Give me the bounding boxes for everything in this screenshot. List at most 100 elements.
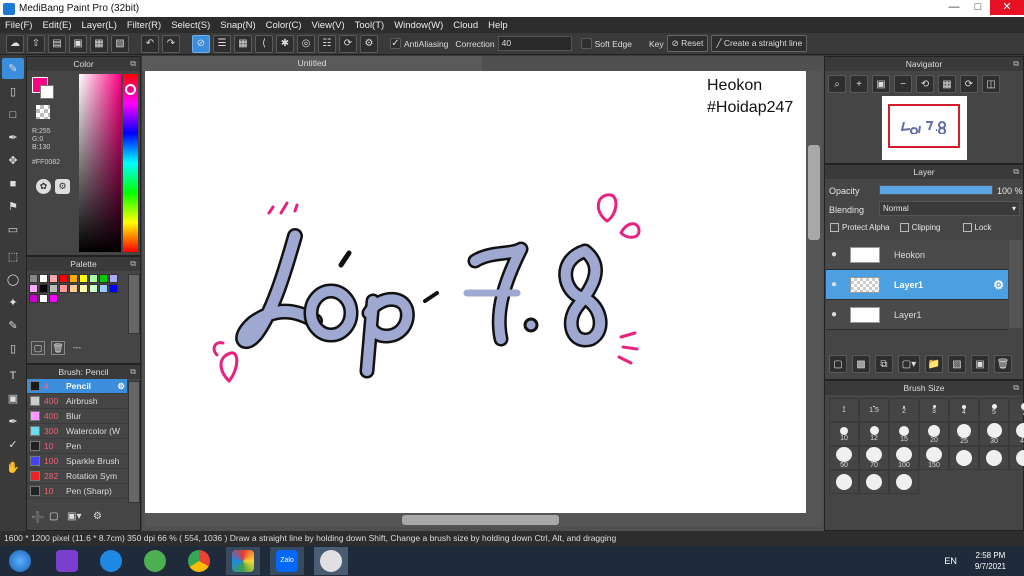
brush-size-option[interactable] [889, 470, 919, 494]
brush-size-option[interactable]: 2 [889, 398, 919, 422]
delete-palette-icon[interactable]: 🗑 [51, 341, 65, 355]
brush-size-option[interactable]: 70 [859, 446, 889, 470]
palette-swatch[interactable] [59, 274, 68, 283]
clock[interactable]: 2:58 PM 9/7/2021 [975, 550, 1006, 572]
brush-size-option[interactable] [979, 446, 1009, 470]
snap-settings-icon[interactable]: ⚙ [360, 34, 378, 53]
duplicate-layer-icon[interactable]: ⧉ [875, 355, 893, 373]
move-tool-icon[interactable]: ✥ [2, 150, 24, 171]
drawing-canvas[interactable]: Heokon #Hoidap247 [145, 71, 806, 513]
brush-size-option[interactable]: 10 [829, 422, 859, 446]
brush-options-icon[interactable]: ▣▾ [67, 511, 89, 525]
taskbar-coccoc[interactable] [138, 547, 172, 575]
new-brush-icon[interactable]: ▢ [49, 511, 63, 525]
color-wheel-icon[interactable]: ✿ [36, 179, 51, 194]
create-straight-line-button[interactable]: ╱ Create a straight line [711, 35, 808, 52]
taskbar-chrome[interactable] [182, 547, 216, 575]
transparent-color-swatch[interactable] [36, 105, 50, 119]
palette-swatch[interactable] [89, 274, 98, 283]
palette-swatch[interactable] [29, 274, 38, 283]
palette-swatch[interactable] [109, 284, 118, 293]
brush-size-option[interactable]: 40 [1009, 422, 1024, 446]
menu-tool[interactable]: Tool(T) [350, 20, 390, 31]
palette-swatch[interactable] [29, 294, 38, 303]
brush-size-option[interactable]: 15 [889, 422, 919, 446]
navigator-preview[interactable] [882, 96, 967, 160]
correction-select[interactable]: 40 [497, 36, 572, 51]
document-tab[interactable]: Untitled [142, 56, 482, 71]
menu-select[interactable]: Select(S) [166, 20, 215, 31]
magic-wand-icon[interactable]: ✦ [2, 292, 24, 313]
menu-layer[interactable]: Layer(L) [77, 20, 122, 31]
gear-icon[interactable]: ⚙ [993, 278, 1004, 292]
menu-snap[interactable]: Snap(N) [215, 20, 260, 31]
palette-swatch[interactable] [89, 284, 98, 293]
zoom-icon[interactable]: ⌕ [828, 75, 846, 93]
saturation-value-picker[interactable] [79, 74, 121, 252]
brush-item[interactable]: 100 Sparkle Brush [27, 454, 127, 469]
fit-window-icon[interactable]: ▦ [938, 75, 956, 93]
add-brush-icon[interactable]: ➕ [31, 511, 45, 525]
panel-popout-icon[interactable]: ⧉ [1013, 57, 1019, 71]
brush-item[interactable]: 10 Pen [27, 439, 127, 454]
brush-size-option[interactable] [949, 446, 979, 470]
palette-swatch[interactable] [99, 274, 108, 283]
palette-swatch[interactable] [69, 284, 78, 293]
canvas-horizontal-scroll-thumb[interactable] [402, 515, 559, 525]
protect-alpha-checkbox[interactable] [830, 223, 839, 232]
reset-button[interactable]: ⊘ Reset [666, 35, 709, 52]
palette-swatch[interactable] [99, 284, 108, 293]
menu-window[interactable]: Window(W) [389, 20, 448, 31]
brush-size-option[interactable]: 1 [829, 398, 859, 422]
brush-item[interactable]: 300 Watercolor (W [27, 424, 127, 439]
flip-icon[interactable]: ◫ [982, 75, 1000, 93]
palette-swatch[interactable] [49, 284, 58, 293]
brush-size-option[interactable]: 150 [919, 446, 949, 470]
brush-list-scrollbar[interactable] [128, 381, 140, 503]
curve-snap-icon[interactable]: ☷ [318, 34, 336, 53]
taskbar-medibang[interactable] [314, 547, 348, 575]
brush-item[interactable]: 282 Rotation Sym [27, 469, 127, 484]
brush-size-option[interactable]: 25 [949, 422, 979, 446]
menu-view[interactable]: View(V) [307, 20, 350, 31]
palette-swatch[interactable] [49, 274, 58, 283]
layer-row[interactable]: ● Layer1 ⚙ [826, 270, 1008, 300]
panel-popout-icon[interactable]: ⧉ [130, 257, 136, 271]
brush-size-option[interactable] [1009, 446, 1024, 470]
document-icon[interactable]: ▦ [90, 34, 108, 53]
select-eraser-icon[interactable]: ▯ [2, 338, 24, 359]
hue-handle[interactable] [125, 84, 136, 95]
lasso-tool-icon[interactable]: ◯ [2, 269, 24, 290]
canvas-vertical-scrollbar[interactable] [806, 71, 822, 513]
palette-swatch[interactable] [39, 294, 48, 303]
brush-size-option[interactable]: 100 [889, 446, 919, 470]
brush-size-option[interactable]: 20 [919, 422, 949, 446]
palette-swatch[interactable] [109, 274, 118, 283]
menu-cloud[interactable]: Cloud [448, 20, 483, 31]
brush-size-option[interactable]: 3 [919, 398, 949, 422]
copy-layer-icon[interactable]: ▣ [971, 355, 989, 373]
rotate-right-icon[interactable]: ⟳ [960, 75, 978, 93]
brush-size-option[interactable]: 30 [979, 422, 1009, 446]
perspective-snap-icon[interactable]: ⟨ [255, 34, 273, 53]
language-indicator[interactable]: EN [944, 556, 957, 566]
layer-visibility-icon[interactable]: ● [826, 249, 842, 260]
radial-snap-icon[interactable]: ✱ [276, 34, 294, 53]
merge-layer-icon[interactable]: ▧ [948, 355, 966, 373]
brush-settings-icon[interactable]: ⚙ [93, 511, 107, 525]
palette-scrollbar[interactable] [128, 274, 140, 334]
brush-size-option[interactable]: 5 [979, 398, 1009, 422]
layer-visibility-icon[interactable]: ● [826, 279, 842, 290]
dot-tool-icon[interactable]: □ [2, 104, 24, 125]
color-settings-icon[interactable]: ⚙ [55, 179, 70, 194]
blending-select[interactable]: Normal ▾ [879, 201, 1020, 216]
brush-size-option[interactable] [859, 470, 889, 494]
panel-popout-icon[interactable]: ⧉ [130, 365, 136, 379]
palette-swatch[interactable] [79, 284, 88, 293]
brush-size-option[interactable] [829, 470, 859, 494]
menu-file[interactable]: File(F) [0, 20, 37, 31]
secondary-color-swatch[interactable] [40, 85, 54, 99]
gear-icon[interactable]: ⚙ [117, 381, 125, 392]
divide-tool-icon[interactable]: ▣ [2, 388, 24, 409]
opacity-slider[interactable] [879, 185, 993, 195]
